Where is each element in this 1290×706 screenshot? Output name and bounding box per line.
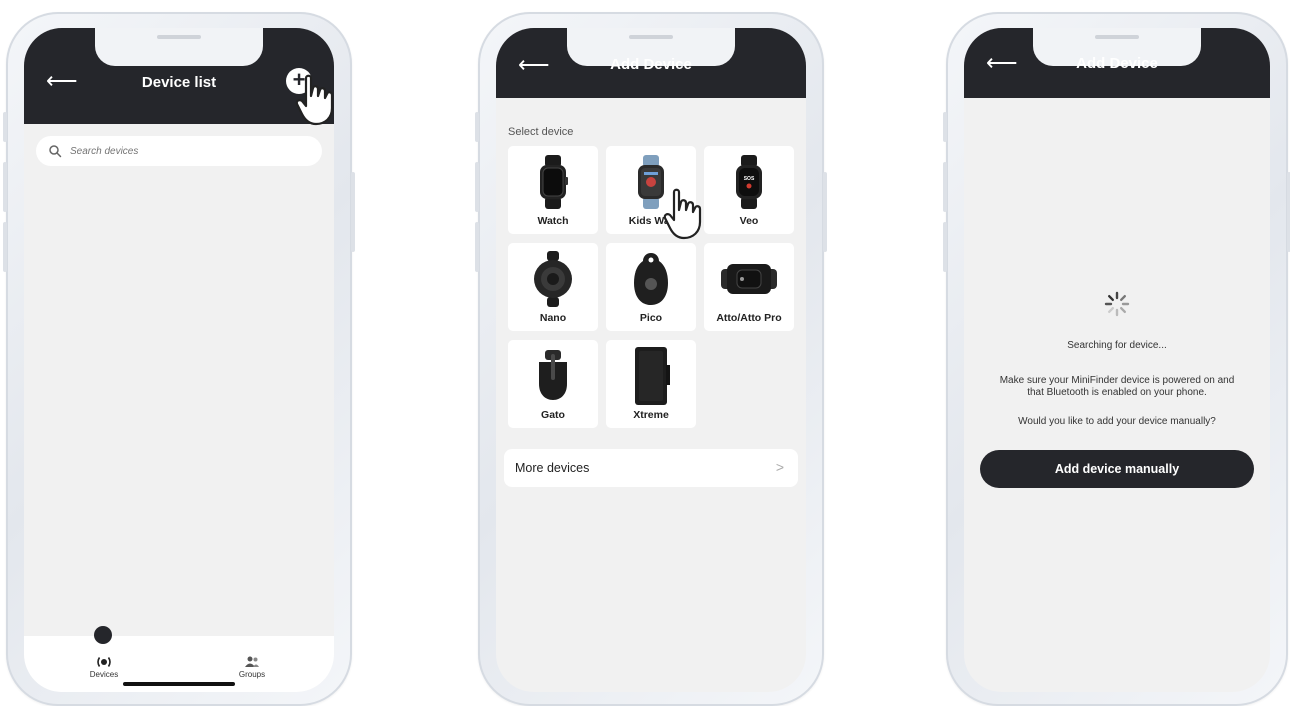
screen: ⟵ Add Device Select device Watch Kids Wa… [496, 28, 806, 692]
more-devices-button[interactable]: More devices > [504, 449, 798, 487]
kids-watch-icon [638, 155, 664, 209]
nav-groups[interactable]: Groups [222, 656, 282, 679]
device-label: Xtreme [633, 409, 669, 421]
device-card-xtreme[interactable]: Xtreme [606, 340, 696, 428]
side-button [823, 172, 827, 252]
page-title: Add Device [610, 56, 692, 73]
searching-text: Searching for device... [1067, 340, 1167, 351]
device-label: Atto/Atto Pro [716, 312, 782, 324]
side-button [3, 162, 7, 212]
plus-icon: + [292, 67, 306, 92]
nav-devices[interactable]: Devices [74, 656, 134, 679]
device-card-nano[interactable]: Nano [508, 243, 598, 331]
manual-question: Would you like to add your device manual… [1018, 416, 1216, 427]
add-device-button[interactable]: + [286, 68, 312, 94]
side-button [943, 112, 947, 142]
phone-add-device: ⟵ Add Device Select device Watch Kids Wa… [475, 12, 827, 706]
xtreme-icon [635, 347, 670, 405]
side-button [3, 112, 7, 142]
device-label: Gato [541, 409, 565, 421]
atto-icon [721, 264, 777, 294]
notch [95, 28, 263, 66]
side-button [943, 162, 947, 212]
device-card-veo[interactable]: SOS Veo [704, 146, 794, 234]
home-indicator [123, 682, 235, 686]
nav-devices-label: Devices [89, 670, 119, 679]
device-label: Watch [537, 215, 569, 227]
chevron-right-icon: > [775, 459, 784, 475]
gato-icon [539, 350, 567, 400]
screen: ⟵ Add Device Searching for device... Mak… [964, 28, 1270, 692]
page-title: Add Device [1076, 55, 1158, 72]
more-devices-label: More devices [515, 461, 590, 475]
header: ⟵ Add Device [496, 28, 806, 98]
phone-device-list: ⟵ Device list + Devices [3, 12, 355, 706]
nano-icon [534, 251, 572, 307]
device-card-gato[interactable]: Gato [508, 340, 598, 428]
device-label: Kids Wat [628, 215, 674, 227]
device-label: Veo [739, 215, 759, 227]
side-button [943, 222, 947, 272]
header: ⟵ Add Device [964, 28, 1270, 98]
screen: ⟵ Device list + Devices [24, 28, 334, 692]
header: ⟵ Device list + [24, 28, 334, 124]
add-device-manually-button[interactable]: Add device manually [980, 450, 1254, 488]
device-label: Nano [539, 312, 567, 324]
bottom-nav: Devices Groups [24, 626, 334, 692]
veo-watch-icon: SOS [736, 155, 762, 209]
side-button [3, 222, 7, 272]
device-card-atto[interactable]: Atto/Atto Pro [704, 243, 794, 331]
phone-searching: ⟵ Add Device Searching for device... Mak… [943, 12, 1290, 706]
select-device-label: Select device [508, 126, 574, 138]
groups-icon [245, 656, 259, 667]
side-button [475, 112, 479, 142]
nav-groups-label: Groups [238, 670, 266, 679]
veo-sos-text: SOS [744, 176, 755, 182]
pico-icon [634, 253, 668, 305]
device-card-kids-watch[interactable]: Kids Wat [606, 146, 696, 234]
side-button [351, 172, 355, 252]
search-bar[interactable] [36, 136, 322, 166]
active-indicator [94, 626, 112, 644]
search-icon [49, 145, 62, 158]
search-input[interactable] [68, 144, 292, 158]
side-button [475, 222, 479, 272]
info-line-2: that Bluetooth is enabled on your phone. [1027, 387, 1207, 398]
side-button [475, 162, 479, 212]
device-card-watch[interactable]: Watch [508, 146, 598, 234]
loading-spinner-icon [1104, 291, 1130, 317]
info-line-1: Make sure your MiniFinder device is powe… [999, 375, 1235, 386]
device-icon [97, 657, 111, 667]
device-card-pico[interactable]: Pico [606, 243, 696, 331]
watch-icon [540, 155, 568, 209]
device-label: Pico [639, 312, 663, 324]
